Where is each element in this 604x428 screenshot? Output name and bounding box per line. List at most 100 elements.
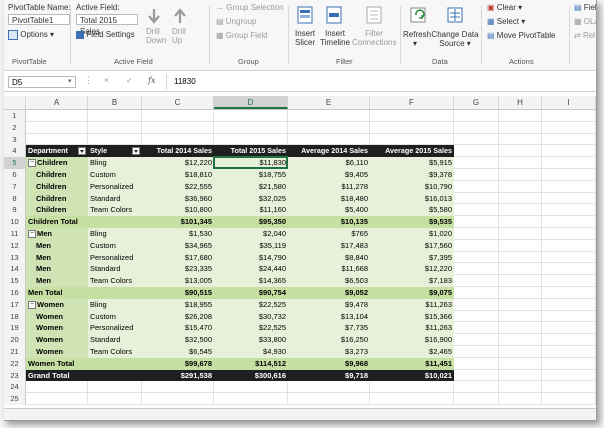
value-cell[interactable]: $300,616 xyxy=(214,369,288,382)
enter-icon[interactable]: ✓ xyxy=(126,76,133,85)
value-cell[interactable]: $3,273 xyxy=(288,346,370,358)
value-cell[interactable]: $13,005 xyxy=(142,275,214,287)
style-cell[interactable]: Team Colors xyxy=(88,346,142,358)
department-cell[interactable]: Children xyxy=(26,169,88,181)
department-cell[interactable]: − Women xyxy=(26,298,88,311)
department-cell[interactable]: Children xyxy=(26,192,88,205)
value-cell[interactable]: $10,135 xyxy=(288,216,370,228)
department-cell[interactable]: Children xyxy=(26,180,88,193)
row-header-9[interactable]: 9 xyxy=(4,204,26,217)
department-cell[interactable]: Children xyxy=(26,204,88,217)
column-header-e[interactable]: E xyxy=(288,96,370,109)
row-header-4[interactable]: 4 xyxy=(4,145,26,158)
department-cell[interactable]: Men xyxy=(26,239,88,252)
column-header-h[interactable]: H xyxy=(499,96,542,109)
value-cell[interactable]: $15,366 xyxy=(370,310,454,323)
pivottable-name-input[interactable]: PivotTable1 xyxy=(8,14,70,25)
value-cell[interactable]: $11,160 xyxy=(214,204,288,217)
value-cell[interactable]: $765 xyxy=(288,228,370,240)
column-header-i[interactable]: I xyxy=(542,96,596,109)
clear-button[interactable]: ▣ Clear ▾ xyxy=(487,3,522,12)
value-cell[interactable]: $16,013 xyxy=(370,192,454,205)
style-cell[interactable]: Team Colors xyxy=(88,275,142,287)
style-cell[interactable]: Bling xyxy=(88,298,142,311)
value-cell[interactable]: $15,470 xyxy=(142,322,214,335)
field-settings-button[interactable]: Field Settings xyxy=(76,30,135,39)
row-header-15[interactable]: 15 xyxy=(4,275,26,287)
row-header-20[interactable]: 20 xyxy=(4,334,26,346)
style-cell[interactable]: Standard xyxy=(88,192,142,205)
style-cell[interactable]: Personalized xyxy=(88,180,142,193)
department-cell[interactable]: Women xyxy=(26,322,88,335)
row-header-22[interactable]: 22 xyxy=(4,357,26,370)
select-all-corner[interactable] xyxy=(4,96,26,109)
value-cell[interactable]: $21,580 xyxy=(214,180,288,193)
value-cell[interactable]: $4,930 xyxy=(214,346,288,358)
relationships-button[interactable]: ⇄ Rel xyxy=(574,31,595,40)
name-box-dropdown-icon[interactable]: ▾ xyxy=(68,77,72,85)
row-header-16[interactable]: 16 xyxy=(4,287,26,299)
value-cell[interactable]: $17,680 xyxy=(142,251,214,264)
insert-slicer-button[interactable]: Insert Slicer xyxy=(292,29,318,47)
value-cell[interactable]: $6,110 xyxy=(288,157,370,169)
row-header-3[interactable]: 3 xyxy=(4,133,26,146)
refresh-button[interactable]: Refresh ▾ xyxy=(403,30,431,48)
value-cell[interactable]: $30,732 xyxy=(214,310,288,323)
value-cell[interactable]: $7,183 xyxy=(370,275,454,287)
department-filter-dropdown[interactable] xyxy=(78,147,86,156)
value-cell[interactable]: $9,378 xyxy=(370,169,454,181)
filter-connections-button[interactable]: Filter Connections xyxy=(352,29,396,47)
value-cell[interactable]: $2,040 xyxy=(214,228,288,240)
value-cell[interactable]: $10,790 xyxy=(370,180,454,193)
change-data-source-button[interactable]: Change Data Source ▾ xyxy=(431,30,479,48)
department-cell[interactable]: Men xyxy=(26,263,88,276)
value-cell[interactable]: $8,840 xyxy=(288,251,370,264)
row-header-23[interactable]: 23 xyxy=(4,369,26,382)
value-cell[interactable]: $9,405 xyxy=(288,169,370,181)
value-cell[interactable]: $18,480 xyxy=(288,192,370,205)
name-box[interactable]: D5 xyxy=(8,76,76,88)
value-cell[interactable]: $9,478 xyxy=(288,298,370,311)
style-cell[interactable]: Custom xyxy=(88,169,142,181)
value-cell[interactable]: $5,580 xyxy=(370,204,454,217)
style-cell[interactable]: Bling xyxy=(88,228,142,240)
row-header-13[interactable]: 13 xyxy=(4,251,26,264)
collapse-icon[interactable]: − xyxy=(28,230,36,239)
style-filter-dropdown[interactable] xyxy=(132,147,140,156)
value-cell[interactable]: $2,465 xyxy=(370,346,454,358)
insert-timeline-button[interactable]: Insert Timeline xyxy=(320,29,350,47)
value-cell[interactable]: $14,790 xyxy=(214,251,288,264)
department-cell[interactable]: Men xyxy=(26,251,88,264)
value-cell[interactable]: $11,451 xyxy=(370,357,454,370)
value-cell[interactable]: $32,025 xyxy=(214,192,288,205)
value-cell[interactable]: $24,440 xyxy=(214,263,288,276)
value-cell[interactable]: $34,965 xyxy=(142,239,214,252)
row-header-18[interactable]: 18 xyxy=(4,310,26,323)
row-header-17[interactable]: 17 xyxy=(4,298,26,311)
value-cell[interactable]: $10,800 xyxy=(142,204,214,217)
subtotal-label[interactable]: Men Total xyxy=(26,287,142,299)
value-cell[interactable]: $11,668 xyxy=(288,263,370,276)
value-cell[interactable]: $9,535 xyxy=(370,216,454,228)
pivot-header-cell[interactable]: Average 2014 Sales xyxy=(288,145,370,158)
collapse-icon[interactable]: − xyxy=(28,300,36,309)
drill-down-button[interactable]: Drill Down xyxy=(146,27,166,45)
department-cell[interactable]: Women xyxy=(26,310,88,323)
value-cell[interactable]: $7,395 xyxy=(370,251,454,264)
value-cell[interactable]: $1,020 xyxy=(370,228,454,240)
pivot-header-cell[interactable]: Total 2014 Sales xyxy=(142,145,214,158)
insert-function-icon[interactable]: fx xyxy=(148,76,155,85)
value-cell[interactable]: $9,052 xyxy=(288,287,370,299)
value-cell[interactable]: $12,220 xyxy=(142,157,214,169)
row-header-10[interactable]: 10 xyxy=(4,216,26,228)
column-header-a[interactable]: A xyxy=(26,96,88,109)
value-cell[interactable]: $32,500 xyxy=(142,334,214,346)
style-cell[interactable]: Personalized xyxy=(88,322,142,335)
fields-list-button[interactable]: ▤ Field xyxy=(574,3,596,12)
row-header-21[interactable]: 21 xyxy=(4,346,26,358)
value-cell[interactable]: $26,208 xyxy=(142,310,214,323)
subtotal-label[interactable]: Women Total xyxy=(26,357,142,370)
value-cell[interactable]: $16,900 xyxy=(370,334,454,346)
pivot-header-cell[interactable]: Department xyxy=(26,145,88,158)
value-cell[interactable]: $12,220 xyxy=(370,263,454,276)
